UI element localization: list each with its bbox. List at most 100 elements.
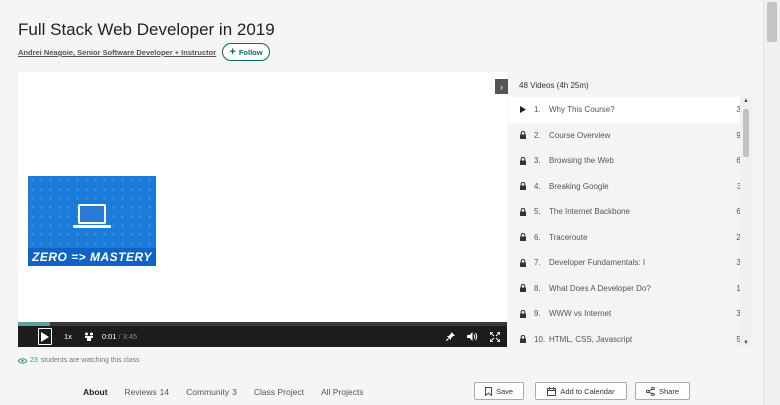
playlist-item[interactable]: 10.HTML, CSS, Javascript5:10 [508, 327, 752, 348]
save-button[interactable]: Save [474, 382, 524, 400]
playlist-item-title: The Internet Backbone [549, 207, 630, 217]
play-icon [508, 106, 534, 114]
lock-icon [508, 182, 534, 191]
time-separator: / [118, 332, 121, 341]
current-time: 0:01 [101, 332, 117, 341]
pin-button[interactable] [439, 326, 461, 347]
laptop-icon [73, 204, 111, 228]
playlist-item[interactable]: 8.What Does A Developer Do?1:46 [508, 276, 752, 302]
playlist-item-title: What Does A Developer Do? [549, 283, 651, 293]
share-icon [645, 386, 655, 396]
playlist-item-number: 5. [534, 207, 541, 217]
volume-icon [466, 332, 477, 341]
course-thumbnail: ZERO => MASTERY [28, 176, 156, 266]
pin-icon [445, 332, 455, 341]
playlist-item-title: Developer Fundamentals: I [549, 258, 646, 268]
tab-label: About [83, 387, 108, 397]
time-display: 0:01 / 3:45 [102, 326, 137, 347]
author-link[interactable]: Andrei Neagoie, Senior Software Develope… [18, 48, 216, 57]
playlist-item[interactable]: 9.WWW vs Internet3:46 [508, 301, 752, 327]
playlist-item-title: WWW vs Internet [549, 309, 612, 319]
playlist-item[interactable]: 7.Developer Fundamentals: I3:25 [508, 250, 752, 276]
scroll-down-icon[interactable]: ▼ [740, 340, 752, 346]
playlist-item[interactable]: 5.The Internet Backbone6:08 [508, 199, 752, 225]
eye-icon [18, 357, 27, 364]
watching-count: 23 [30, 357, 38, 364]
tab-class-project[interactable]: Class Project [254, 387, 304, 397]
lock-icon [508, 258, 534, 267]
play-button[interactable] [38, 328, 52, 345]
tab-badge: 14 [159, 387, 170, 397]
playlist-item-number: 8. [534, 283, 541, 293]
calendar-icon [547, 386, 557, 396]
playlist-item-number: 1. [534, 105, 541, 115]
lock-icon [508, 335, 534, 344]
player-controls: 1x 0:01 / 3:45 [18, 326, 507, 347]
lock-icon [508, 207, 534, 216]
follow-button[interactable]: + Follow [222, 43, 270, 61]
playlist-item-number: 9. [534, 309, 541, 319]
playlist-item-number: 2. [534, 130, 541, 140]
lock-icon [508, 233, 534, 242]
total-time: 3:45 [122, 332, 138, 341]
playlist-item[interactable]: 4.Breaking Google3:11 [508, 174, 752, 200]
playlist-item-number: 10. [534, 334, 546, 344]
playlist: 1.Why This Course?3:452.Course Overview9… [508, 97, 752, 347]
calendar-label: Add to Calendar [560, 386, 615, 396]
tab-all-projects[interactable]: All Projects [321, 387, 364, 397]
playlist-item[interactable]: 1.Why This Course?3:45 [508, 97, 752, 123]
bookmark-icon [484, 386, 492, 396]
playlist-item-title: Breaking Google [549, 181, 609, 191]
fullscreen-icon [490, 331, 500, 342]
add-to-calendar-button[interactable]: Add to Calendar [535, 382, 627, 400]
playlist-item-number: 3. [534, 156, 541, 166]
quality-button[interactable] [84, 326, 94, 347]
playlist-item-title: Course Overview [549, 130, 611, 140]
class-tabs: About Reviews 14 Community 3 Class Project… [83, 387, 363, 397]
watching-text: students are watching this class [40, 357, 140, 364]
scroll-up-icon[interactable]: ▲ [740, 98, 752, 104]
course-title: Full Stack Web Developer in 2019 [18, 20, 275, 39]
page-scrollbar-thumb[interactable] [767, 2, 777, 42]
tab-community[interactable]: Community 3 [186, 387, 237, 397]
videos-count: 48 Videos (4h 25m) [519, 81, 589, 90]
tab-label: Reviews [124, 387, 157, 397]
playlist-scrollbar[interactable]: ▲ ▼ [740, 97, 752, 347]
scrollbar-thumb[interactable] [743, 109, 749, 157]
follow-label: Follow [238, 47, 263, 57]
tab-about[interactable]: About [83, 387, 108, 397]
speed-button[interactable]: 1x [64, 326, 72, 347]
playlist-item-title: Why This Course? [549, 105, 615, 115]
save-label: Save [495, 386, 514, 396]
quality-icon [84, 332, 93, 341]
tab-reviews[interactable]: Reviews 14 [125, 387, 170, 397]
chevron-right-icon: › [500, 81, 503, 92]
playlist-toggle-button[interactable]: › [495, 79, 508, 94]
lock-icon [508, 309, 534, 318]
playlist-item-title: Traceroute [549, 232, 588, 242]
video-player[interactable]: ZERO => MASTERY 1x 0:01 / 3:45 [18, 72, 507, 347]
share-label: Share [658, 386, 679, 396]
plus-icon: + [229, 45, 236, 58]
page-scrollbar[interactable] [763, 0, 780, 405]
playlist-item-number: 6. [534, 232, 541, 242]
playlist-item-title: HTML, CSS, Javascript [549, 334, 633, 344]
playlist-item[interactable]: 3.Browsing the Web6:24 [508, 148, 752, 174]
play-icon [41, 331, 49, 342]
playlist-item-number: 4. [534, 181, 541, 191]
watching-indicator: 23 students are watching this class [18, 357, 140, 364]
volume-button[interactable] [461, 326, 483, 347]
share-button[interactable]: Share [635, 382, 690, 400]
playlist-item[interactable]: 6.Traceroute2:38 [508, 225, 752, 251]
fullscreen-button[interactable] [483, 326, 507, 347]
thumbnail-banner: ZERO => MASTERY [28, 248, 156, 266]
playlist-item[interactable]: 2.Course Overview9:45 [508, 123, 752, 149]
playlist-item-number: 7. [534, 258, 541, 268]
tab-label: Community [186, 387, 230, 397]
playlist-item-title: Browsing the Web [549, 156, 614, 166]
tab-badge: 3 [232, 387, 237, 397]
page: Full Stack Web Developer in 2019 Andrei … [0, 0, 780, 405]
tab-label: All Projects [320, 387, 364, 397]
lock-icon [508, 156, 534, 165]
lock-icon [508, 131, 534, 140]
